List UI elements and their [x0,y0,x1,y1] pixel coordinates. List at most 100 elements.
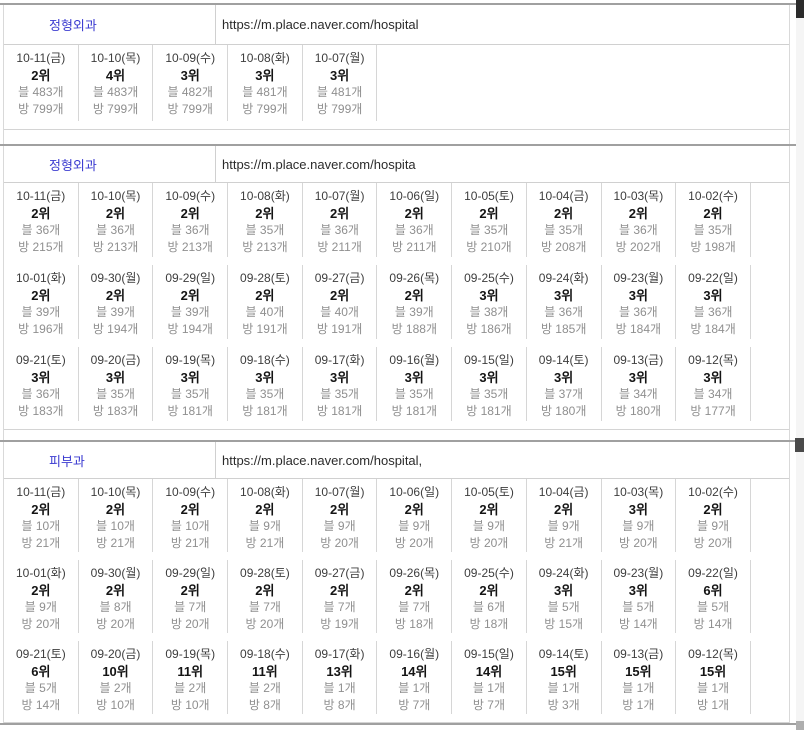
day-cell[interactable]: 10-07(월)2위블 36개방 211개 [303,183,378,257]
category-cell[interactable]: 정형외과 [4,146,216,182]
url-cell[interactable]: https://m.place.naver.com/hospital [216,5,789,44]
day-cell[interactable]: 10-05(토)2위블 9개방 20개 [452,479,527,552]
blog-count-label: 블 36개 [4,222,78,239]
day-cell[interactable]: 10-07(월)3위블 481개방 799개 [303,45,378,121]
day-cell[interactable]: 09-25(수)2위블 6개방 18개 [452,560,527,633]
day-cell[interactable]: 09-16(월)3위블 35개방 181개 [377,347,452,421]
day-cell[interactable]: 09-26(목)2위블 39개방 188개 [377,265,452,339]
day-cell[interactable]: 09-16(월)14위블 1개방 7개 [377,641,452,714]
scrollbar-thumb[interactable] [796,0,804,18]
visitor-count-label: 방 18개 [452,616,526,633]
day-cell[interactable]: 09-28(토)2위블 40개방 191개 [228,265,303,339]
url-cell[interactable]: https://m.place.naver.com/hospita [216,146,789,182]
day-cell[interactable]: 10-08(화)2위블 35개방 213개 [228,183,303,257]
section-divider-bottom [0,723,796,725]
rank-label: 4위 [79,67,153,84]
date-label: 10-04(금) [527,188,601,205]
visitor-count-label: 방 213개 [228,239,302,256]
rank-label: 2위 [377,287,451,304]
url-cell[interactable]: https://m.place.naver.com/hospital, [216,442,789,478]
day-cell[interactable]: 10-06(일)2위블 9개방 20개 [377,479,452,552]
rank-label: 15위 [602,663,676,680]
day-cell[interactable]: 10-08(화)3위블 481개방 799개 [228,45,303,121]
day-cell[interactable]: 10-10(목)4위블 483개방 799개 [79,45,154,121]
day-cell[interactable]: 10-09(수)2위블 10개방 21개 [153,479,228,552]
rank-label: 3위 [377,369,451,386]
day-cell[interactable]: 09-27(금)2위블 40개방 191개 [303,265,378,339]
day-cell[interactable]: 10-11(금)2위블 36개방 215개 [4,183,79,257]
day-cell[interactable]: 09-24(화)3위블 5개방 15개 [527,560,602,633]
day-cell[interactable]: 09-12(목)15위블 1개방 1개 [676,641,751,714]
day-cell[interactable]: 09-26(목)2위블 7개방 18개 [377,560,452,633]
category-cell[interactable]: 피부과 [4,442,216,478]
rank-label: 2위 [377,501,451,518]
scrollbar-mark [795,438,804,452]
day-cell[interactable]: 09-22(일)6위블 5개방 14개 [676,560,751,633]
day-cell[interactable]: 10-05(토)2위블 35개방 210개 [452,183,527,257]
day-cell[interactable]: 09-17(화)13위블 1개방 8개 [303,641,378,714]
day-cell[interactable]: 09-13(금)3위블 34개방 180개 [602,347,677,421]
blog-count-label: 블 10개 [153,518,227,535]
day-cell[interactable]: 10-09(수)2위블 36개방 213개 [153,183,228,257]
rank-label: 2위 [153,205,227,222]
day-cell[interactable]: 10-03(목)2위블 36개방 202개 [602,183,677,257]
day-cell[interactable]: 09-20(금)10위블 2개방 10개 [79,641,154,714]
date-label: 10-08(화) [228,50,302,67]
blog-count-label: 블 36개 [377,222,451,239]
day-cell[interactable]: 09-27(금)2위블 7개방 19개 [303,560,378,633]
day-cell[interactable]: 09-14(토)15위블 1개방 3개 [527,641,602,714]
rank-label: 2위 [228,287,302,304]
day-cell[interactable]: 10-09(수)3위블 482개방 799개 [153,45,228,121]
visitor-count-label: 방 799개 [153,101,227,118]
day-cell[interactable]: 09-12(목)3위블 34개방 177개 [676,347,751,421]
day-cell[interactable]: 10-01(화)2위블 9개방 20개 [4,560,79,633]
day-cell[interactable]: 09-24(화)3위블 36개방 185개 [527,265,602,339]
day-cell[interactable]: 10-03(목)3위블 9개방 20개 [602,479,677,552]
day-cell[interactable]: 09-15(일)3위블 35개방 181개 [452,347,527,421]
visitor-count-label: 방 185개 [527,321,601,338]
day-cell[interactable]: 10-02(수)2위블 9개방 20개 [676,479,751,552]
day-cell[interactable]: 09-25(수)3위블 38개방 186개 [452,265,527,339]
day-cell[interactable]: 09-17(화)3위블 35개방 181개 [303,347,378,421]
rank-label: 2위 [228,205,302,222]
rank-label: 13위 [303,663,377,680]
day-cell[interactable]: 10-07(월)2위블 9개방 20개 [303,479,378,552]
day-cell[interactable]: 09-18(수)3위블 35개방 181개 [228,347,303,421]
day-cell[interactable]: 09-15(일)14위블 1개방 7개 [452,641,527,714]
day-cell[interactable]: 10-01(화)2위블 39개방 196개 [4,265,79,339]
day-cell[interactable]: 09-18(수)11위블 2개방 8개 [228,641,303,714]
data-row: 09-21(토)6위블 5개방 14개09-20(금)10위블 2개방 10개0… [4,641,789,722]
day-cell[interactable]: 10-11(금)2위블 10개방 21개 [4,479,79,552]
day-cell[interactable]: 09-14(토)3위블 37개방 180개 [527,347,602,421]
day-cell[interactable]: 09-21(토)6위블 5개방 14개 [4,641,79,714]
blog-count-label: 블 5개 [527,599,601,616]
day-cell[interactable]: 10-04(금)2위블 9개방 21개 [527,479,602,552]
day-cell[interactable]: 10-10(목)2위블 36개방 213개 [79,183,154,257]
day-cell[interactable]: 10-06(일)2위블 36개방 211개 [377,183,452,257]
day-cell[interactable]: 10-10(목)2위블 10개방 21개 [79,479,154,552]
day-cell[interactable]: 09-20(금)3위블 35개방 183개 [79,347,154,421]
day-cell[interactable]: 09-19(목)3위블 35개방 181개 [153,347,228,421]
rank-label: 2위 [4,67,78,84]
day-cell[interactable]: 09-13(금)15위블 1개방 1개 [602,641,677,714]
day-cell[interactable]: 09-19(목)11위블 2개방 10개 [153,641,228,714]
day-cell[interactable]: 10-02(수)2위블 35개방 198개 [676,183,751,257]
scrollbar[interactable] [796,0,804,730]
day-cell[interactable]: 09-21(토)3위블 36개방 183개 [4,347,79,421]
day-cell[interactable]: 09-30(월)2위블 8개방 20개 [79,560,154,633]
day-cell[interactable]: 09-28(토)2위블 7개방 20개 [228,560,303,633]
date-label: 09-22(일) [676,565,750,582]
day-cell[interactable]: 09-29(일)2위블 7개방 20개 [153,560,228,633]
day-cell[interactable]: 09-23(월)3위블 5개방 14개 [602,560,677,633]
data-row: 10-01(화)2위블 39개방 196개09-30(월)2위블 39개방 19… [4,265,789,347]
day-cell[interactable]: 09-30(월)2위블 39개방 194개 [79,265,154,339]
day-cell[interactable]: 10-08(화)2위블 9개방 21개 [228,479,303,552]
category-cell[interactable]: 정형외과 [4,5,216,44]
day-cell[interactable]: 10-04(금)2위블 35개방 208개 [527,183,602,257]
day-cell[interactable]: 09-22(일)3위블 36개방 184개 [676,265,751,339]
day-cell[interactable]: 09-23(월)3위블 36개방 184개 [602,265,677,339]
date-label: 09-30(월) [79,565,153,582]
day-cell[interactable]: 09-29(일)2위블 39개방 194개 [153,265,228,339]
day-cell[interactable]: 10-11(금)2위블 483개방 799개 [4,45,79,121]
category-label: 피부과 [49,451,85,470]
